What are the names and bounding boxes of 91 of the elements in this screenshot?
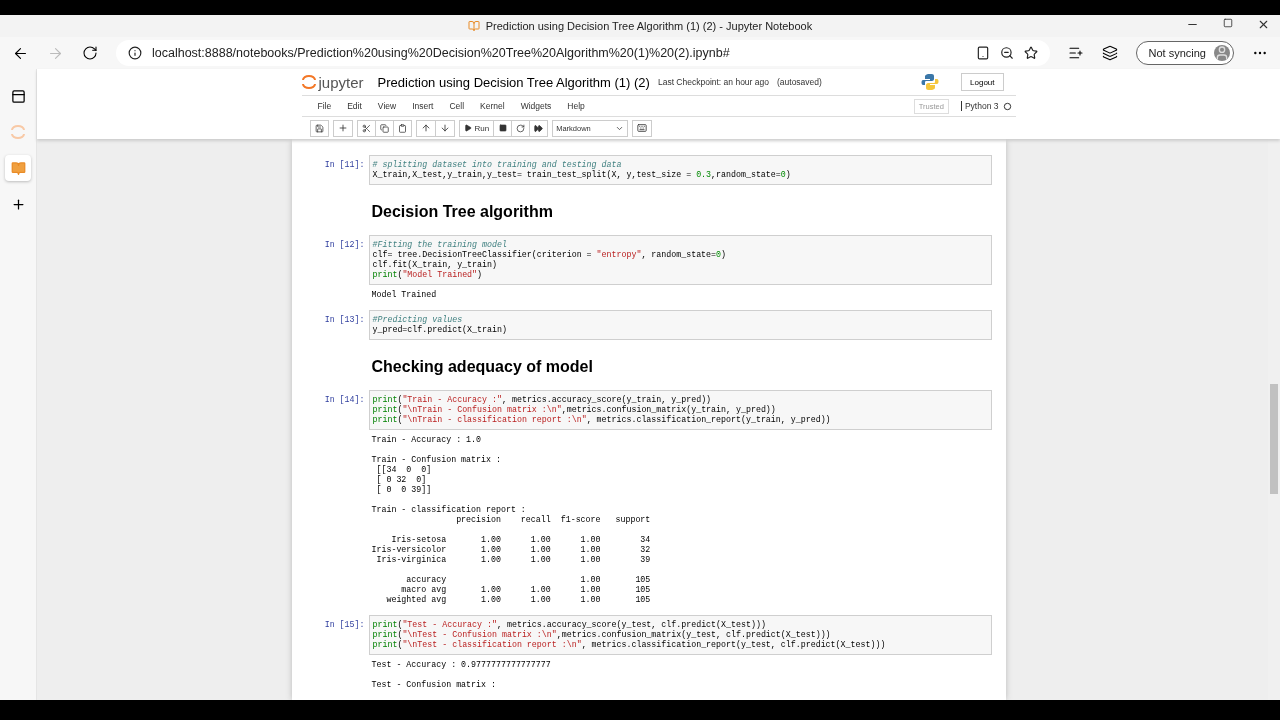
favorites-icon[interactable] (1067, 45, 1084, 61)
paste-button[interactable] (392, 119, 412, 137)
output-text: Test - Confusion matrix : (371, 680, 497, 690)
output-text: accuracy 1.00 105 macro avg 1.00 1.00 1.00 105 weighted avg 1.00 1.00 1.00 105 (385, 575, 652, 605)
section-heading: Decision Tree algorithm (371, 203, 554, 221)
tabs-icon[interactable] (10, 88, 26, 104)
menu-item[interactable]: Cell (441, 101, 473, 111)
menu-item[interactable]: View (369, 101, 405, 111)
code-line: print("Model Trained") (372, 270, 484, 280)
cell-prompt: In [14]: (323, 394, 366, 404)
code-cell[interactable]: #Predicting values y_pred=clf.predict(X_train) (368, 310, 992, 340)
jupyter-logo-icon (301, 74, 316, 90)
profile-button[interactable]: Not syncing (1135, 41, 1234, 65)
insert-cell-button[interactable] (332, 119, 353, 137)
python-logo-icon (921, 73, 940, 91)
keyboard-button[interactable] (632, 119, 653, 137)
code-line: print("\nTrain - Confusion matrix :\n",metrics.confusion_matrix(y_train, y_pred)) (372, 405, 777, 415)
code-line: #Fitting the training model (372, 240, 508, 250)
section-heading: Checking adequacy of model (371, 358, 594, 376)
output-text: Iris-setosa 1.00 1.00 1.00 34 Iris-versicolor 1.00 1.00 1.00 32 Iris-virginica 1.00 1.00 1.00 39 (371, 535, 652, 565)
cell-prompt: In [13]: (323, 314, 366, 324)
code-line: X_train,X_test,y_train,y_test= train_test_split(X, y,test_size = 0.3,random_state=0) (372, 170, 792, 180)
stop-icon (498, 124, 507, 132)
code-cell[interactable]: #Fitting the training model clf= tree.DecisionTreeClassifier(criterion = "entropy", random_state=0) clf.fit(X_train, y_train) print("Model Trained") (368, 235, 992, 285)
copy-button[interactable] (374, 119, 394, 137)
code-cell[interactable] (368, 390, 992, 430)
address-field[interactable]: localhost:8888/notebooks/Prediction%20using%20Decision%20Tree%20Algorithm%20(1)%20(2).ipynb# (116, 40, 1050, 66)
checkpoint-text: Last Checkpoint: an hour ago (657, 77, 769, 87)
output-text: Train - Accuracy : 1.0 (371, 435, 483, 445)
arrow-down-icon (439, 123, 450, 133)
code-cell[interactable] (368, 615, 992, 655)
code-line: clf= tree.DecisionTreeClassifier(criterion = "entropy", random_state=0) (372, 250, 728, 260)
restart-button[interactable] (511, 119, 531, 137)
collections-icon[interactable] (1101, 45, 1118, 61)
reader-icon[interactable] (975, 46, 990, 60)
output-text: Train - classification report : precision recall f1-score support (371, 505, 652, 525)
logout-button[interactable]: Logout (961, 73, 1004, 91)
info-icon (128, 46, 142, 60)
stop-button[interactable] (493, 119, 513, 137)
plus-icon (337, 123, 348, 133)
play-icon (463, 124, 472, 132)
menu-item[interactable]: Kernel (472, 101, 513, 111)
clipboard-icon (397, 123, 407, 133)
output-text: Test - Accuracy : 0.9777777777777777 (371, 660, 552, 670)
url-text: localhost:8888/notebooks/Prediction%20using%20Decision%20Tree%20Algorithm%20(1)%20(2).ipynb# (152, 46, 730, 60)
menu-item[interactable]: Insert (404, 101, 442, 111)
code-line: #Predicting values (372, 315, 464, 325)
favorite-icon[interactable] (1023, 46, 1038, 60)
reload-icon[interactable] (82, 45, 98, 61)
output-text: Train - Confusion matrix : [[34 0 0] [ 0 32 0] [ 0 0 39]] (371, 455, 502, 495)
code-line: print("\nTrain - classification report :\n", metrics.classification_report(y_train, y_pred)) (372, 415, 832, 425)
run-button[interactable]: Run (458, 119, 495, 137)
fast-forward-icon (534, 123, 544, 133)
code-line: clf.fit(X_train, y_train) (372, 260, 498, 270)
restart-icon (516, 123, 526, 133)
notebook-icon[interactable] (10, 160, 26, 176)
menu-item[interactable]: Edit (339, 101, 370, 111)
code-cell[interactable]: # splitting dataset into training and testing data X_train,X_test,y_train,y_test= train_test_split(X, y,test_size = 0.3,random_state=0) (368, 155, 992, 185)
code-line: y_pred=clf.predict(X_train) (372, 325, 508, 335)
tab-title: Prediction using Decision Tree Algorithm (1) (2) - Jupyter Notebook (467, 20, 813, 32)
cell-prompt: In [12]: (323, 239, 366, 249)
output-text: Model Trained (371, 290, 438, 300)
jupyter-logo: jupyter (318, 73, 364, 91)
cell-prompt: In [15]: (323, 619, 366, 629)
keyboard-icon (637, 123, 648, 133)
menu-item[interactable]: Widgets (512, 101, 560, 111)
save-button[interactable] (309, 119, 329, 137)
code-line: print("Test - Accuracy :", metrics.accuracy_score(y_test, clf.predict(X_test))) (372, 620, 767, 630)
kernel-idle-icon (1002, 101, 1012, 111)
menu-item[interactable]: File (309, 101, 340, 111)
code-line: # splitting dataset into training and testing data (372, 160, 623, 170)
kernel-name: Python 3 (960, 101, 999, 111)
copy-icon (379, 123, 389, 133)
arrow-up-icon (420, 123, 431, 133)
cell-prompt: In [11]: (323, 159, 366, 169)
autosave-status: (autosaved) (777, 77, 822, 87)
menu-item[interactable]: Help (559, 101, 593, 111)
maximize-icon[interactable] (1223, 18, 1233, 28)
notebook-icon (467, 20, 480, 32)
code-line: print("Train - Accuracy :", metrics.accuracy_score(y_train, y_pred)) (372, 395, 713, 405)
avatar-icon (1214, 45, 1230, 61)
close-icon[interactable] (1257, 18, 1270, 31)
run-all-button[interactable] (529, 119, 549, 137)
scissors-icon (361, 123, 371, 133)
code-line: print("\nTest - Confusion matrix :\n",metrics.confusion_matrix(y_test, clf.predict(X_test))) (372, 630, 832, 640)
save-icon (314, 123, 324, 133)
add-icon[interactable] (10, 196, 26, 212)
code-line: print("\nTest - classification report :\n", metrics.classification_report(y_test, clf.predict(X_test))) (372, 640, 887, 650)
cut-button[interactable] (356, 119, 376, 137)
notebook-title[interactable]: Prediction using Decision Tree Algorithm (1) (2) (377, 74, 650, 90)
zoom-icon[interactable] (999, 46, 1014, 60)
